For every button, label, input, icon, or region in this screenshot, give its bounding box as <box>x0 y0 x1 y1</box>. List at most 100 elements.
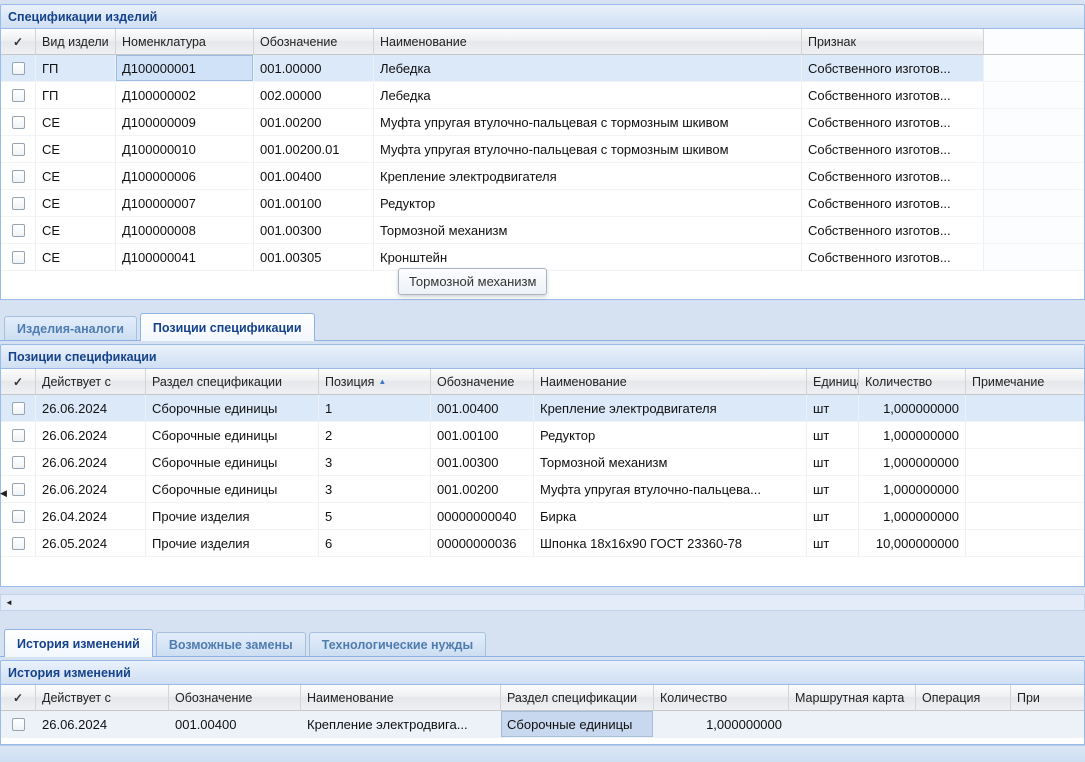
cell-designation: 001.00200 <box>431 476 534 503</box>
position-row[interactable]: 26.05.2024 Прочие изделия 6 00000000036 … <box>1 530 1084 557</box>
cell-quantity: 1,000000000 <box>859 476 966 503</box>
spec-row[interactable]: ГП Д100000002 002.00000 Лебедка Собствен… <box>1 82 1084 109</box>
cell-attribute: Собственного изготов... <box>802 55 984 82</box>
row-checkbox[interactable] <box>12 197 25 210</box>
tab-technological-needs[interactable]: Технологические нужды <box>309 632 486 656</box>
cell-designation: 001.00300 <box>254 217 374 244</box>
column-header-operation[interactable]: Операция <box>916 685 1011 711</box>
row-checkbox[interactable] <box>12 510 25 523</box>
spec-row[interactable]: СЕ Д100000008 001.00300 Тормозной механи… <box>1 217 1084 244</box>
cell-operation <box>916 711 1011 738</box>
spec-row[interactable]: СЕ Д100000009 001.00200 Муфта упругая вт… <box>1 109 1084 136</box>
column-header-effective-date[interactable]: Действует с <box>36 685 169 711</box>
column-header-note[interactable]: При <box>1011 685 1084 711</box>
cell-designation: 001.00100 <box>431 422 534 449</box>
row-checkbox[interactable] <box>12 143 25 156</box>
specifications-panel-header: Спецификации изделий <box>0 4 1085 29</box>
column-header-designation[interactable]: Обозначение <box>254 29 374 55</box>
spec-row[interactable]: СЕ Д100000007 001.00100 Редуктор Собстве… <box>1 190 1084 217</box>
row-checkbox-cell[interactable] <box>1 190 36 217</box>
row-checkbox[interactable] <box>12 116 25 129</box>
cell-name: Крепление электродвигателя <box>534 395 807 422</box>
cell-effective-date: 26.06.2024 <box>36 711 169 738</box>
cell-name: Редуктор <box>374 190 802 217</box>
tab-product-analogs[interactable]: Изделия-аналоги <box>4 316 137 340</box>
select-all-checkbox-header[interactable]: ✓ <box>1 369 36 395</box>
history-row[interactable]: 26.06.2024 001.00400 Крепление электродв… <box>1 711 1084 738</box>
row-checkbox[interactable] <box>12 537 25 550</box>
cell-name: Муфта упругая втулочно-пальцевая с тормо… <box>374 109 802 136</box>
select-all-checkbox-header[interactable]: ✓ <box>1 685 36 711</box>
row-checkbox-cell[interactable] <box>1 449 36 476</box>
row-checkbox[interactable] <box>12 483 25 496</box>
row-checkbox[interactable] <box>12 456 25 469</box>
column-header-designation[interactable]: Обозначение <box>431 369 534 395</box>
row-checkbox-cell[interactable] <box>1 503 36 530</box>
column-header-route-card[interactable]: Маршрутная карта <box>789 685 916 711</box>
spec-positions-panel-header: Позиции спецификации <box>0 344 1085 369</box>
cell-product-type: СЕ <box>36 217 116 244</box>
row-checkbox-cell[interactable] <box>1 217 36 244</box>
spec-row[interactable]: СЕ Д100000010 001.00200.01 Муфта упругая… <box>1 136 1084 163</box>
cell-nomenclature: Д100000007 <box>116 190 254 217</box>
row-checkbox-cell[interactable] <box>1 136 36 163</box>
column-header-spec-section[interactable]: Раздел спецификации <box>146 369 319 395</box>
position-row[interactable]: 26.06.2024 Сборочные единицы 2 001.00100… <box>1 422 1084 449</box>
tab-change-history[interactable]: История изменений <box>4 629 153 657</box>
tab-spec-positions[interactable]: Позиции спецификации <box>140 313 315 341</box>
position-row[interactable]: 26.06.2024 Сборочные единицы 3 001.00300… <box>1 449 1084 476</box>
cell-name: Тормозной механизм <box>374 217 802 244</box>
bottom-scrollbar-track[interactable] <box>0 745 1085 762</box>
column-header-effective-date[interactable]: Действует с <box>36 369 146 395</box>
position-row[interactable]: 26.04.2024 Прочие изделия 5 00000000040 … <box>1 503 1084 530</box>
column-header-quantity[interactable]: Количество <box>654 685 789 711</box>
cell-designation: 001.00400 <box>431 395 534 422</box>
row-checkbox[interactable] <box>12 170 25 183</box>
row-checkbox-cell[interactable] <box>1 163 36 190</box>
row-checkbox[interactable] <box>12 62 25 75</box>
row-checkbox-cell[interactable] <box>1 109 36 136</box>
column-header-product-type[interactable]: Вид издели <box>36 29 116 55</box>
spec-row[interactable]: СЕ Д100000006 001.00400 Крепление электр… <box>1 163 1084 190</box>
column-header-spec-section[interactable]: Раздел спецификации <box>501 685 654 711</box>
row-checkbox-cell[interactable] <box>1 244 36 271</box>
row-checkbox[interactable] <box>12 402 25 415</box>
column-header-note[interactable]: Примечание <box>966 369 1084 395</box>
column-header-quantity[interactable]: Количество <box>859 369 966 395</box>
cell-designation: 002.00000 <box>254 82 374 109</box>
horizontal-scrollbar[interactable]: ◄ <box>0 594 1085 611</box>
cell-note <box>966 476 1084 503</box>
column-header-name[interactable]: Наименование <box>301 685 501 711</box>
column-header-name[interactable]: Наименование <box>534 369 807 395</box>
row-checkbox[interactable] <box>12 718 25 731</box>
column-header-unit[interactable]: Единица <box>807 369 859 395</box>
row-checkbox[interactable] <box>12 429 25 442</box>
column-header-name[interactable]: Наименование <box>374 29 802 55</box>
column-header-nomenclature[interactable]: Номенклатура <box>116 29 254 55</box>
panel-collapse-handle[interactable]: ◀ <box>0 480 9 506</box>
select-all-checkbox-header[interactable]: ✓ <box>1 29 36 55</box>
position-row[interactable]: 26.06.2024 Сборочные единицы 3 001.00200… <box>1 476 1084 503</box>
row-checkbox-cell[interactable] <box>1 711 36 738</box>
column-header-designation[interactable]: Обозначение <box>169 685 301 711</box>
row-checkbox-cell[interactable] <box>1 530 36 557</box>
spec-row[interactable]: СЕ Д100000041 001.00305 Кронштейн Собств… <box>1 244 1084 271</box>
scroll-left-button[interactable]: ◄ <box>1 595 17 610</box>
row-checkbox[interactable] <box>12 224 25 237</box>
row-checkbox-cell[interactable] <box>1 422 36 449</box>
specs-header-row: ✓ Вид издели Номенклатура Обозначение На… <box>1 29 1084 55</box>
cell-effective-date: 26.04.2024 <box>36 503 146 530</box>
cell-nomenclature: Д100000008 <box>116 217 254 244</box>
position-row[interactable]: 26.06.2024 Сборочные единицы 1 001.00400… <box>1 395 1084 422</box>
column-header-position[interactable]: Позиция ▲ <box>319 369 431 395</box>
row-checkbox-cell[interactable] <box>1 82 36 109</box>
tab-possible-replacements[interactable]: Возможные замены <box>156 632 306 656</box>
row-checkbox[interactable] <box>12 251 25 264</box>
row-checkbox-cell[interactable] <box>1 395 36 422</box>
column-header-empty <box>984 29 1084 55</box>
spec-row[interactable]: ГП Д100000001 001.00000 Лебедка Собствен… <box>1 55 1084 82</box>
column-header-attribute[interactable]: Признак <box>802 29 984 55</box>
cell-unit: шт <box>807 503 859 530</box>
row-checkbox-cell[interactable] <box>1 55 36 82</box>
row-checkbox[interactable] <box>12 89 25 102</box>
